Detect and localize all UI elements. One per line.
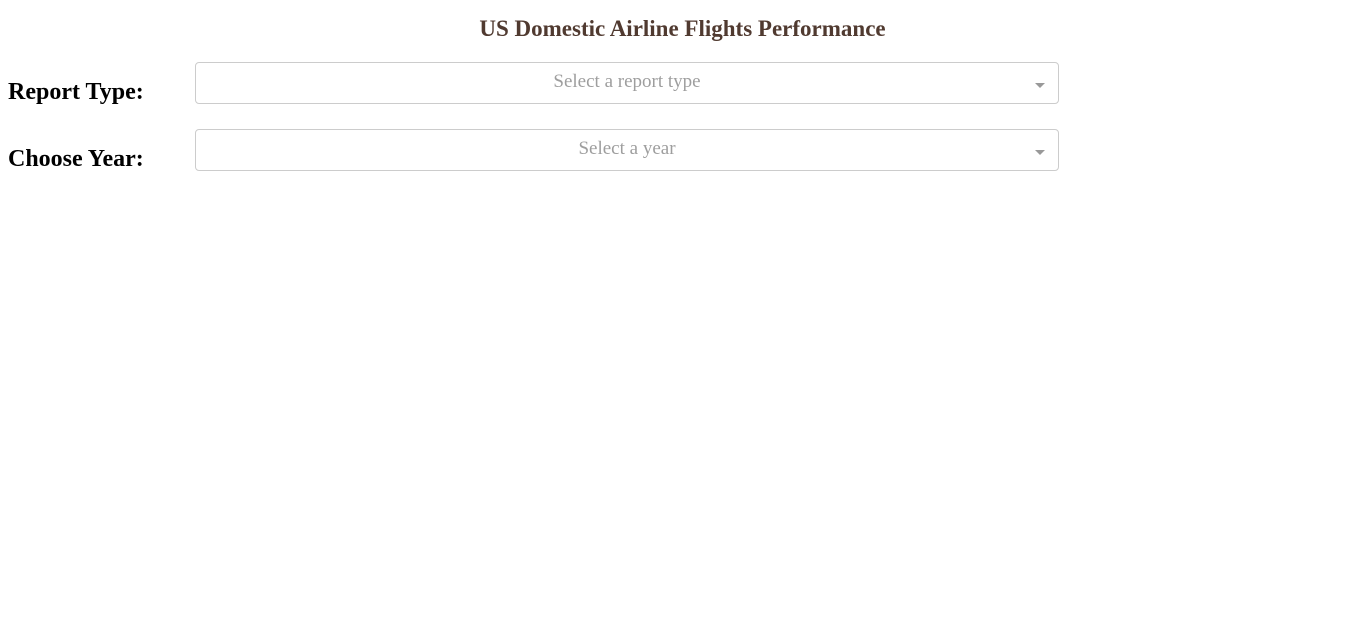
caret-down-icon[interactable] (1035, 83, 1045, 88)
year-placeholder: Select a year (578, 138, 676, 159)
caret-down-icon[interactable] (1035, 150, 1045, 155)
dashboard-app: US Domestic Airline Flights Performance … (0, 0, 1365, 627)
year-label: Choose Year: (8, 146, 144, 172)
report-type-label: Report Type: (8, 79, 144, 105)
year-dropdown[interactable]: Select a year (195, 129, 1059, 171)
report-type-row: Report Type: Select a report type (0, 62, 1365, 105)
report-type-placeholder: Select a report type (553, 71, 701, 92)
page-title: US Domestic Airline Flights Performance (479, 16, 886, 41)
report-type-dropdown[interactable]: Select a report type (195, 62, 1059, 104)
year-row: Choose Year: Select a year (0, 129, 1365, 172)
